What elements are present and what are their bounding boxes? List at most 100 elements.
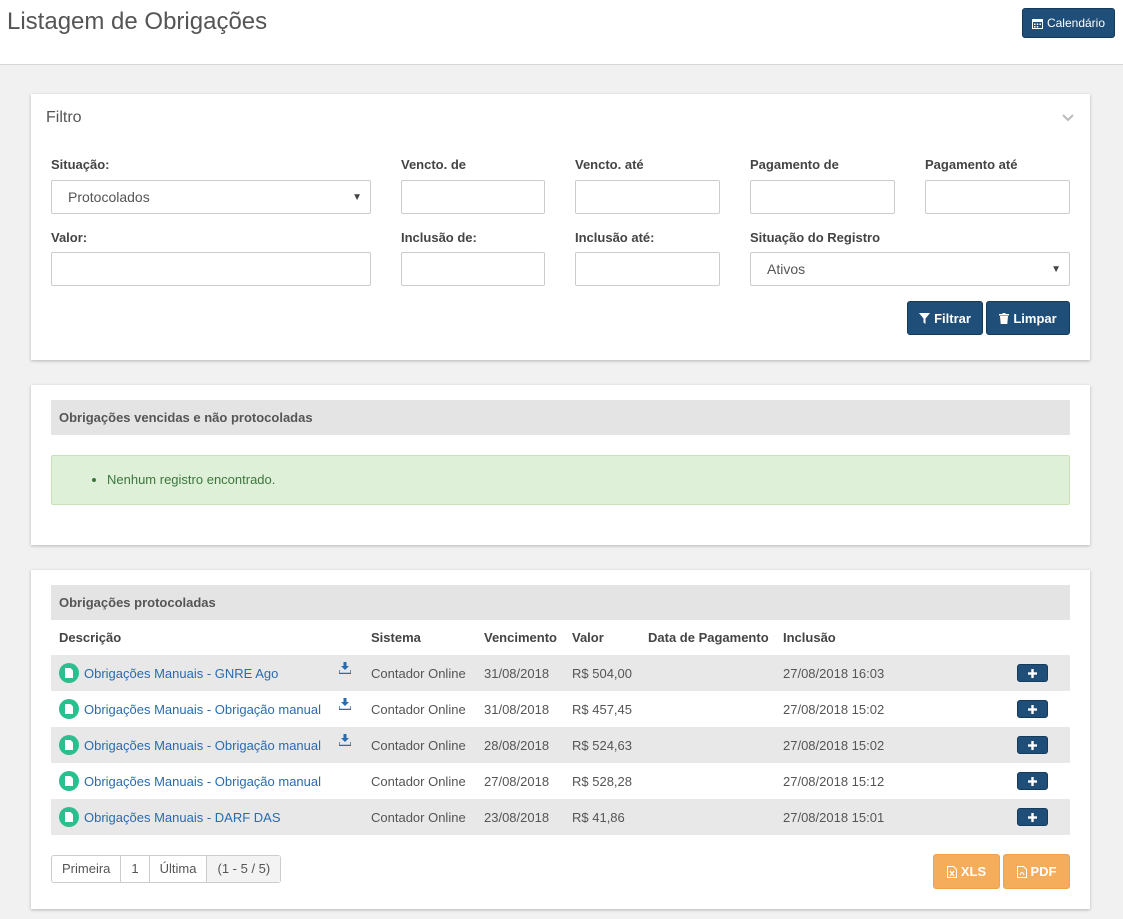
valor-input[interactable] <box>51 252 371 286</box>
pagination-page-1[interactable]: 1 <box>121 856 150 882</box>
download-link[interactable] <box>339 734 351 746</box>
cell-sistema: Contador Online <box>363 727 476 763</box>
inclusao-ate-input[interactable] <box>575 252 720 286</box>
export-xls-button[interactable]: XLS <box>933 854 1000 889</box>
cell-valor: R$ 41,86 <box>564 799 640 835</box>
filter-panel: Filtro Situação: Protocolados ▼ Vencto. … <box>31 94 1090 360</box>
cell-valor: R$ 504,00 <box>564 655 640 691</box>
xls-label: XLS <box>960 864 987 879</box>
vencto-de-input[interactable] <box>401 180 545 214</box>
chevron-down-icon[interactable] <box>1061 110 1075 124</box>
cell-vencimento: 31/08/2018 <box>476 655 564 691</box>
expand-row-button[interactable] <box>1017 736 1048 754</box>
pdf-label: PDF <box>1030 864 1057 879</box>
descricao-link[interactable]: Obrigações Manuais - Obrigação manual <box>84 774 321 789</box>
download-link[interactable] <box>339 698 351 710</box>
situacao-registro-select[interactable]: Ativos ▼ <box>750 252 1070 286</box>
cell-inclusao: 27/08/2018 15:02 <box>783 701 885 717</box>
pagamento-de-input[interactable] <box>750 180 895 214</box>
plus-icon <box>1028 776 1037 786</box>
pagamento-ate-input[interactable] <box>925 180 1070 214</box>
descricao-link[interactable]: Obrigações Manuais - DARF DAS <box>84 810 281 825</box>
expand-row-button[interactable] <box>1017 664 1048 682</box>
situacao-value: Protocolados <box>68 189 150 205</box>
plus-icon <box>1028 704 1037 714</box>
descricao-link[interactable]: Obrigações Manuais - GNRE Ago <box>84 666 278 681</box>
trash-icon <box>999 312 1010 324</box>
vencidas-panel: Obrigações vencidas e não protocoladas N… <box>31 385 1090 545</box>
cell-sistema: Contador Online <box>371 773 466 789</box>
protocoladas-panel: Obrigações protocoladas Descrição Sistem… <box>31 570 1090 909</box>
table-row: Obrigações Manuais - Obrigação manual Con… <box>51 763 1070 799</box>
inclusao-de-label: Inclusão de: <box>401 230 477 245</box>
col-data-pagamento[interactable]: Data de Pagamento <box>640 620 775 655</box>
valor-label: Valor: <box>51 230 88 245</box>
download-icon[interactable] <box>339 734 351 746</box>
cell-vencimento: 27/08/2018 <box>484 773 550 789</box>
cell-inclusao: 27/08/2018 15:02 <box>775 727 969 763</box>
col-descricao[interactable]: Descrição <box>51 620 363 655</box>
cell-descricao: Obrigações Manuais - Obrigação manual <box>51 727 363 763</box>
expand-row-button[interactable] <box>1017 808 1048 826</box>
cell-inclusao: 27/08/2018 15:12 <box>783 773 885 789</box>
vencto-ate-label: Vencto. até <box>575 157 644 172</box>
document-icon <box>59 735 79 755</box>
cell-actions <box>969 763 1070 799</box>
table-row: Obrigações Manuais - Obrigação manual Con… <box>51 691 1070 727</box>
descricao-link[interactable]: Obrigações Manuais - Obrigação manual <box>84 738 321 753</box>
col-sistema[interactable]: Sistema <box>363 620 476 655</box>
cell-actions <box>969 655 1070 691</box>
page-header: Listagem de Obrigações Calendário <box>0 0 1123 65</box>
cell-data-pagamento <box>640 655 775 691</box>
download-icon[interactable] <box>339 662 351 674</box>
plus-icon <box>1028 740 1037 750</box>
cell-data-pagamento <box>640 691 775 727</box>
page-title: Listagem de Obrigações <box>7 8 268 35</box>
expand-row-button[interactable] <box>1017 700 1048 718</box>
cell-inclusao: 27/08/2018 15:01 <box>775 799 969 835</box>
pagination-info: (1 - 5 / 5) <box>207 856 281 882</box>
limpar-button[interactable]: Limpar <box>986 301 1070 335</box>
inclusao-de-input[interactable] <box>401 252 545 286</box>
pagamento-de-label: Pagamento de <box>750 157 839 172</box>
situacao-label: Situação: <box>51 157 110 172</box>
situacao-registro-value: Ativos <box>767 261 806 277</box>
file-pdf-icon <box>1016 865 1027 878</box>
filtrar-button[interactable]: Filtrar <box>907 301 983 335</box>
pagination-last[interactable]: Última <box>150 856 208 882</box>
cell-sistema: Contador Online <box>363 799 476 835</box>
pagination: Primeira 1 Última (1 - 5 / 5) <box>51 855 282 883</box>
vencto-ate-input[interactable] <box>575 180 720 214</box>
expand-row-button[interactable] <box>1017 772 1048 790</box>
cell-descricao: Obrigações Manuais - Obrigação manual <box>51 763 363 799</box>
cell-sistema: Contador Online <box>363 655 476 691</box>
file-excel-icon <box>946 865 957 878</box>
document-icon <box>59 771 79 791</box>
descricao-link[interactable]: Obrigações Manuais - Obrigação manual <box>84 702 321 717</box>
empty-alert: Nenhum registro encontrado. <box>51 455 1070 505</box>
cell-actions <box>969 727 1070 763</box>
vencto-de-label: Vencto. de <box>401 157 467 172</box>
document-icon <box>59 807 79 827</box>
cell-actions <box>969 691 1070 727</box>
cell-actions <box>969 799 1070 835</box>
download-icon[interactable] <box>339 698 351 710</box>
col-valor[interactable]: Valor <box>564 620 640 655</box>
download-link[interactable] <box>339 662 351 674</box>
pagination-first[interactable]: Primeira <box>52 856 122 882</box>
filtrar-label: Filtrar <box>934 310 971 326</box>
table-row: Obrigações Manuais - DARF DAS Contador On… <box>51 799 1070 835</box>
export-pdf-button[interactable]: PDF <box>1003 854 1070 889</box>
vencidas-title: Obrigações vencidas e não protocoladas <box>51 400 1070 435</box>
cell-data-pagamento <box>640 763 775 799</box>
calendar-button[interactable]: Calendário <box>1022 8 1115 38</box>
cell-sistema: Contador Online <box>371 701 466 717</box>
situacao-select[interactable]: Protocolados ▼ <box>51 180 371 214</box>
cell-vencimento: 23/08/2018 <box>476 799 564 835</box>
table-row: Obrigações Manuais - GNRE Ago Contador On… <box>51 655 1070 691</box>
calendar-icon <box>1031 18 1043 29</box>
document-icon <box>59 663 79 683</box>
col-vencimento[interactable]: Vencimento <box>476 620 564 655</box>
table-header-row: Descrição Sistema Vencimento Valor Data … <box>51 620 1070 655</box>
col-inclusao[interactable]: Inclusão <box>775 620 969 655</box>
